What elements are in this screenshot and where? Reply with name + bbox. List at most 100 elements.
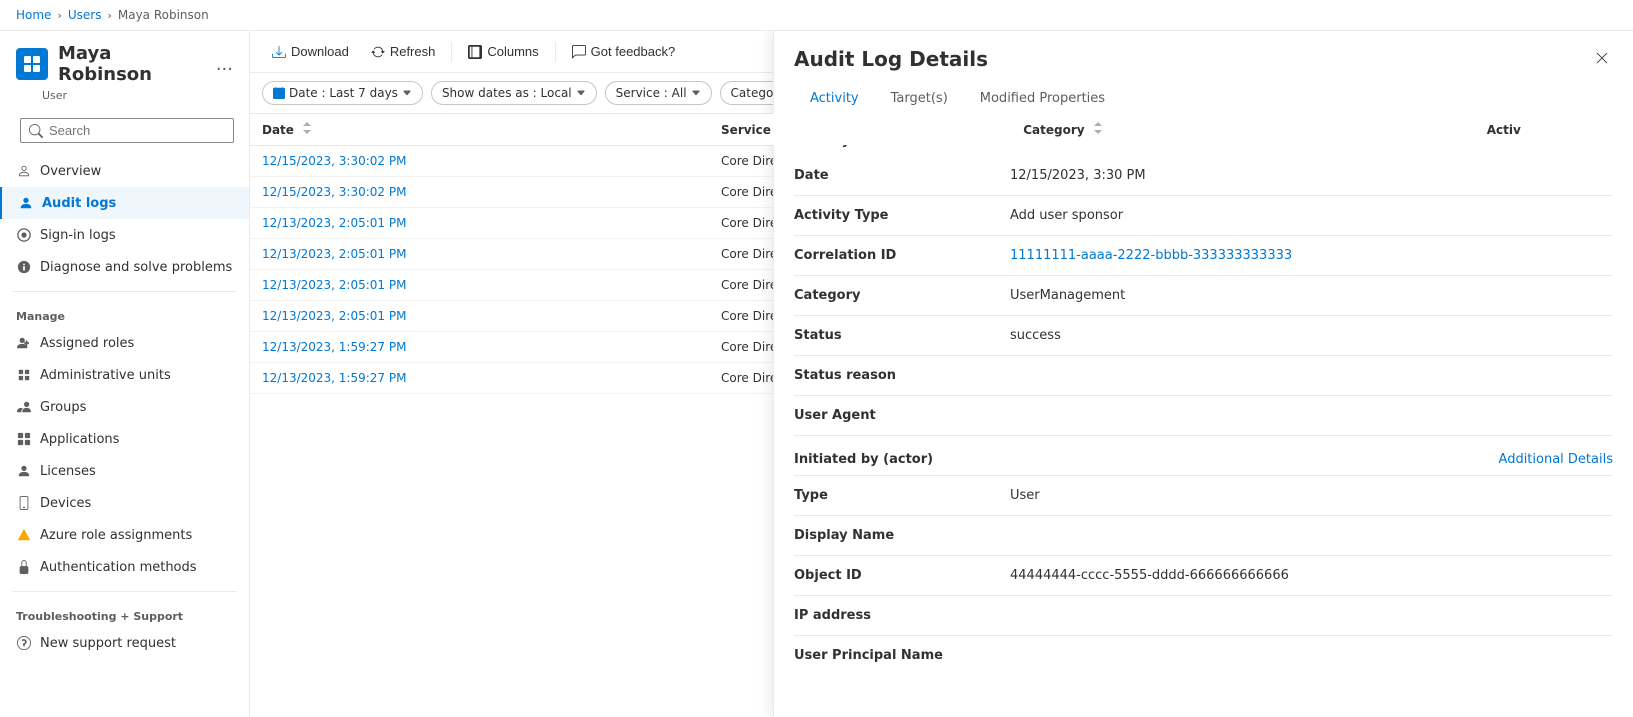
azure-icon [16, 527, 32, 543]
divider-1 [794, 195, 1613, 196]
divider-3 [794, 275, 1613, 276]
detail-row-correlation-id: Correlation ID 11111111-aaaa-2222-bbbb-3… [794, 240, 1613, 271]
col-category[interactable]: Category [1011, 114, 1475, 146]
col-date[interactable]: Date [250, 114, 709, 146]
sidebar-item-overview-label: Overview [40, 164, 101, 179]
cell-date-1: 12/15/2023, 3:30:02 PM [250, 177, 709, 208]
tab-activity[interactable]: Activity [794, 83, 875, 116]
breadcrumb-current: Maya Robinson [118, 8, 209, 22]
divider-7 [794, 435, 1613, 436]
date-label: Date [794, 168, 994, 183]
sidebar-item-applications[interactable]: Applications [0, 423, 249, 455]
sidebar-item-sign-in-logs[interactable]: Sign-in logs [0, 219, 249, 251]
feedback-button[interactable]: Got feedback? [562, 39, 686, 64]
feedback-label: Got feedback? [591, 44, 676, 59]
initiated-by-section-label: Initiated by (actor) [794, 452, 933, 467]
object-id-value: 44444444-cccc-5555-dddd-666666666666 [1010, 568, 1613, 583]
download-label: Download [291, 44, 349, 59]
sidebar-item-audit-logs-label: Audit logs [42, 196, 116, 211]
date-filter[interactable]: Date : Last 7 days [262, 81, 423, 105]
service-chevron-icon [691, 88, 701, 98]
date-filter-label: Date : Last 7 days [289, 86, 398, 100]
sidebar-item-groups-label: Groups [40, 400, 86, 415]
sidebar-item-auth-methods[interactable]: Authentication methods [0, 551, 249, 583]
additional-details-link[interactable]: Additional Details [1499, 452, 1613, 467]
status-value: success [1010, 328, 1613, 343]
sidebar-app-icon [16, 48, 48, 80]
breadcrumb-sep-1: › [57, 9, 61, 22]
category-detail-value: UserManagement [1010, 288, 1613, 303]
detail-row-upn: User Principal Name [794, 640, 1613, 671]
sidebar-item-licenses[interactable]: Licenses [0, 455, 249, 487]
detail-row-display-name: Display Name [794, 520, 1613, 551]
columns-label: Columns [487, 44, 538, 59]
correlation-id-value[interactable]: 11111111-aaaa-2222-bbbb-333333333333 [1010, 248, 1613, 263]
calendar-icon [273, 87, 285, 99]
sidebar-item-auth-methods-label: Authentication methods [40, 560, 197, 575]
search-input[interactable] [49, 123, 225, 138]
divider-4 [794, 315, 1613, 316]
sidebar-item-applications-label: Applications [40, 432, 119, 447]
sidebar-item-groups[interactable]: Groups [0, 391, 249, 423]
show-dates-label: Show dates as : Local [442, 86, 572, 100]
divider-8 [794, 475, 1613, 476]
download-icon [272, 45, 286, 59]
person-icon [16, 163, 32, 179]
col-service[interactable]: Service [709, 114, 1011, 146]
refresh-button[interactable]: Refresh [361, 39, 446, 64]
show-dates-filter[interactable]: Show dates as : Local [431, 81, 597, 105]
refresh-label: Refresh [390, 44, 436, 59]
toolbar-sep [451, 42, 452, 62]
groups-icon [16, 399, 32, 415]
columns-button[interactable]: Columns [458, 39, 548, 64]
support-divider [12, 591, 237, 592]
manage-section-label: Manage [0, 300, 249, 327]
col-activity[interactable]: Activ [1475, 114, 1633, 146]
sidebar-item-assigned-roles[interactable]: Assigned roles [0, 327, 249, 359]
search-icon [29, 124, 43, 138]
service-filter[interactable]: Service : All [605, 81, 712, 105]
sidebar-item-licenses-label: Licenses [40, 464, 96, 479]
search-box[interactable] [20, 118, 234, 143]
date-chevron-icon [402, 88, 412, 98]
display-name-label: Display Name [794, 528, 994, 543]
toolbar-sep-2 [555, 42, 556, 62]
cell-date-7: 12/13/2023, 1:59:27 PM [250, 363, 709, 394]
close-detail-panel-button[interactable] [1591, 47, 1613, 69]
signin-icon [16, 227, 32, 243]
sidebar-item-new-support[interactable]: New support request [0, 627, 249, 659]
download-button[interactable]: Download [262, 39, 359, 64]
cell-date-4: 12/13/2023, 2:05:01 PM [250, 270, 709, 301]
detail-row-type: Type User [794, 480, 1613, 511]
tab-targets[interactable]: Target(s) [875, 83, 964, 116]
content-area: Download Refresh Columns Got feedback? [250, 31, 1633, 717]
sidebar: Maya Robinson ... User « Overview [0, 31, 250, 717]
divider-5 [794, 355, 1613, 356]
sidebar-item-overview[interactable]: Overview [0, 155, 249, 187]
tab-modified-properties[interactable]: Modified Properties [964, 83, 1121, 116]
breadcrumb-users[interactable]: Users [68, 8, 102, 22]
role-icon [16, 335, 32, 351]
sidebar-item-admin-units-label: Administrative units [40, 368, 171, 383]
detail-row-category: Category UserManagement [794, 280, 1613, 311]
sidebar-ellipsis-menu[interactable]: ... [216, 54, 233, 75]
sidebar-item-audit-logs[interactable]: Audit logs [0, 187, 249, 219]
app-icon [16, 431, 32, 447]
cell-date-3: 12/13/2023, 2:05:01 PM [250, 239, 709, 270]
sidebar-item-diagnose[interactable]: Diagnose and solve problems [0, 251, 249, 283]
detail-row-status-reason: Status reason [794, 360, 1613, 391]
type-value: User [1010, 488, 1613, 503]
cell-date-6: 12/13/2023, 1:59:27 PM [250, 332, 709, 363]
sidebar-item-devices[interactable]: Devices [0, 487, 249, 519]
type-label: Type [794, 488, 994, 503]
device-icon [16, 495, 32, 511]
sidebar-item-azure-roles[interactable]: Azure role assignments [0, 519, 249, 551]
breadcrumb-home[interactable]: Home [16, 8, 51, 22]
detail-row-object-id: Object ID 44444444-cccc-5555-dddd-666666… [794, 560, 1613, 591]
sidebar-item-admin-units[interactable]: Administrative units [0, 359, 249, 391]
divider-9 [794, 515, 1613, 516]
status-reason-label: Status reason [794, 368, 994, 383]
detail-row-date: Date 12/15/2023, 3:30 PM [794, 160, 1613, 191]
cell-date-0: 12/15/2023, 3:30:02 PM [250, 146, 709, 177]
columns-icon [468, 45, 482, 59]
